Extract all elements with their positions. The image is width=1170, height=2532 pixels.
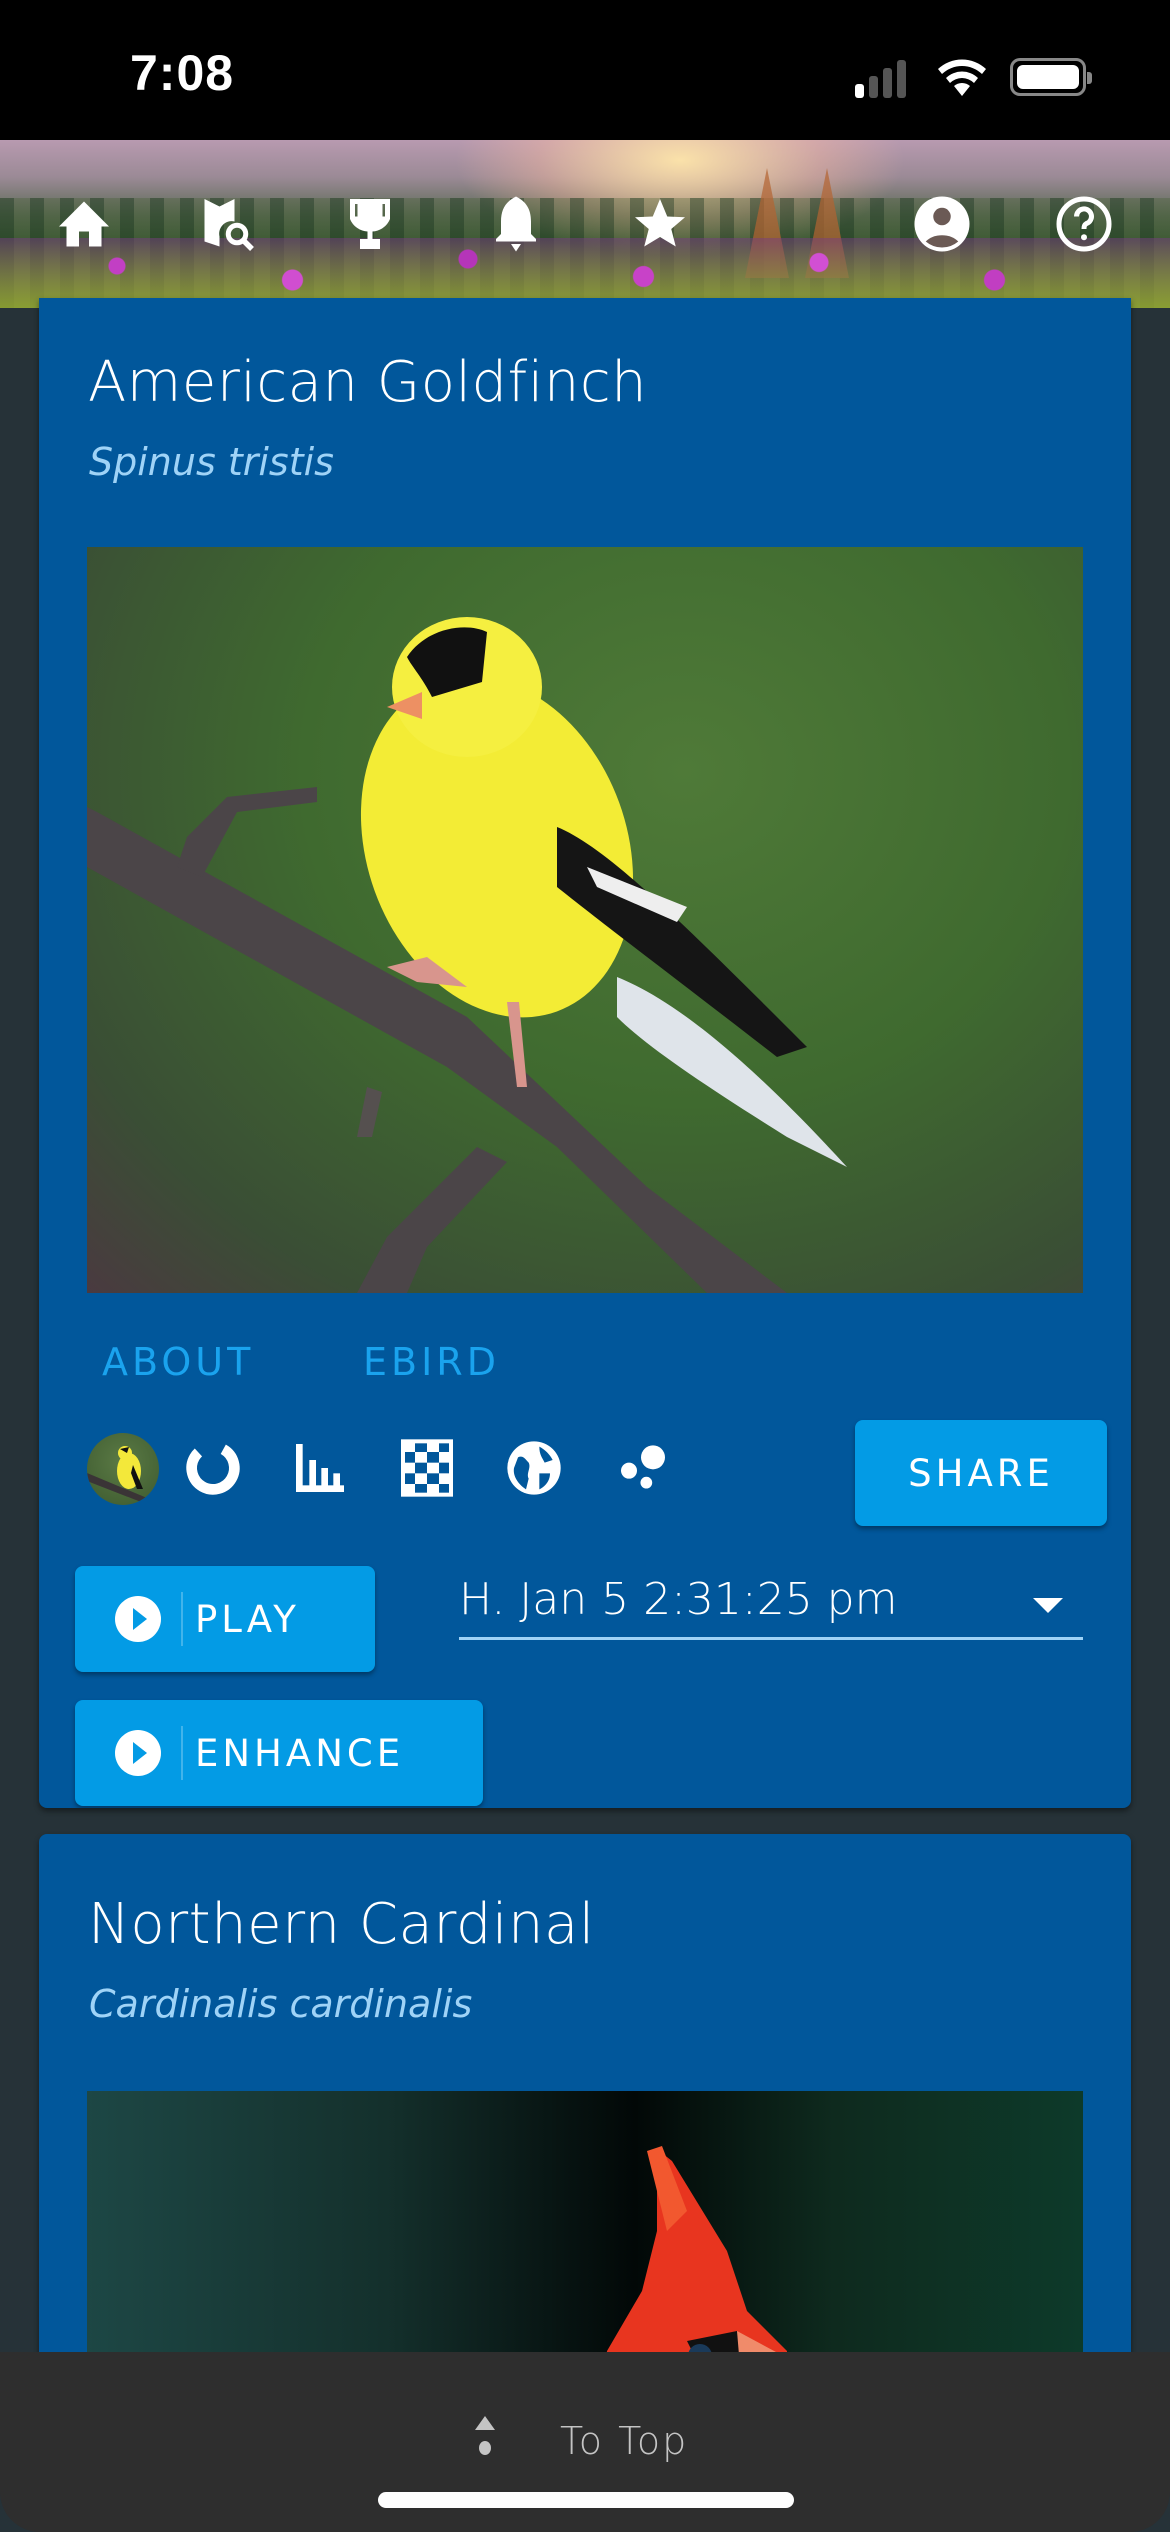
help-circle-icon bbox=[1056, 196, 1112, 252]
star-icon bbox=[635, 199, 685, 247]
bubble-chart-button[interactable] bbox=[608, 1433, 674, 1503]
button-divider bbox=[181, 1726, 183, 1780]
checkerboard-button[interactable] bbox=[394, 1433, 460, 1503]
play-icon bbox=[115, 1596, 161, 1642]
goldfinch-illustration bbox=[87, 617, 847, 1293]
bird-common-name: Northern Cardinal bbox=[88, 1892, 595, 1957]
play-button-label: PLAY bbox=[195, 1597, 300, 1641]
share-button-label: SHARE bbox=[908, 1451, 1054, 1495]
nav-trophy-button[interactable] bbox=[338, 192, 402, 256]
button-divider bbox=[181, 1592, 183, 1646]
bar-chart-icon bbox=[296, 1444, 344, 1492]
enhance-button[interactable]: ENHANCE bbox=[75, 1700, 483, 1806]
bell-icon bbox=[496, 196, 536, 252]
battery-icon bbox=[1010, 58, 1092, 96]
play-button[interactable]: PLAY bbox=[75, 1566, 375, 1672]
bird-photo[interactable] bbox=[87, 547, 1083, 1293]
bird-avatar-icon bbox=[87, 1446, 159, 1505]
bird-scientific-name: Spinus tristis bbox=[89, 440, 334, 484]
enhance-button-label: ENHANCE bbox=[195, 1731, 405, 1775]
signal-icon bbox=[855, 58, 915, 98]
bar-chart-button[interactable] bbox=[287, 1433, 353, 1503]
nav-help-button[interactable] bbox=[1052, 192, 1116, 256]
tab-ebird[interactable]: EBIRD bbox=[363, 1340, 500, 1384]
map-search-icon bbox=[204, 199, 254, 251]
nav-account-button[interactable] bbox=[910, 192, 974, 256]
account-circle-icon bbox=[914, 196, 970, 252]
donut-chart-button[interactable] bbox=[180, 1433, 246, 1503]
nav-header bbox=[0, 140, 1170, 308]
to-top-button[interactable]: To Top bbox=[470, 2406, 710, 2476]
status-bar: 7:08 bbox=[0, 0, 1170, 140]
bird-scientific-name: Cardinalis cardinalis bbox=[89, 1982, 473, 2026]
bird-card: American Goldfinch Spinus tristis ABOUT … bbox=[39, 298, 1131, 1808]
play-icon bbox=[115, 1730, 161, 1776]
bird-common-name: American Goldfinch bbox=[88, 350, 648, 415]
home-indicator[interactable] bbox=[378, 2492, 794, 2508]
trophy-icon bbox=[350, 199, 390, 249]
scroll-to-top-icon bbox=[470, 2416, 500, 2466]
checkerboard-icon bbox=[401, 1439, 453, 1497]
wifi-icon bbox=[938, 59, 986, 96]
status-time: 7:08 bbox=[130, 45, 235, 101]
dropdown-arrow-icon bbox=[1033, 1598, 1063, 1613]
globe-button[interactable] bbox=[501, 1433, 567, 1503]
bubble-chart-icon bbox=[621, 1445, 665, 1489]
donut-chart-icon bbox=[186, 1441, 240, 1495]
globe-icon bbox=[507, 1441, 561, 1495]
bird-avatar-button[interactable] bbox=[87, 1433, 159, 1505]
nav-favorites-button[interactable] bbox=[628, 192, 692, 256]
recording-select-value: H. Jan 5 2:31:25 pm bbox=[459, 1574, 898, 1625]
to-top-label: To Top bbox=[560, 2419, 689, 2463]
tab-about[interactable]: ABOUT bbox=[102, 1340, 254, 1384]
home-icon bbox=[59, 201, 109, 247]
share-button[interactable]: SHARE bbox=[855, 1420, 1107, 1526]
nav-home-button[interactable] bbox=[52, 192, 116, 256]
nav-map-search-button[interactable] bbox=[195, 192, 259, 256]
nav-notifications-button[interactable] bbox=[484, 192, 548, 256]
recording-select[interactable]: H. Jan 5 2:31:25 pm bbox=[459, 1560, 1083, 1640]
